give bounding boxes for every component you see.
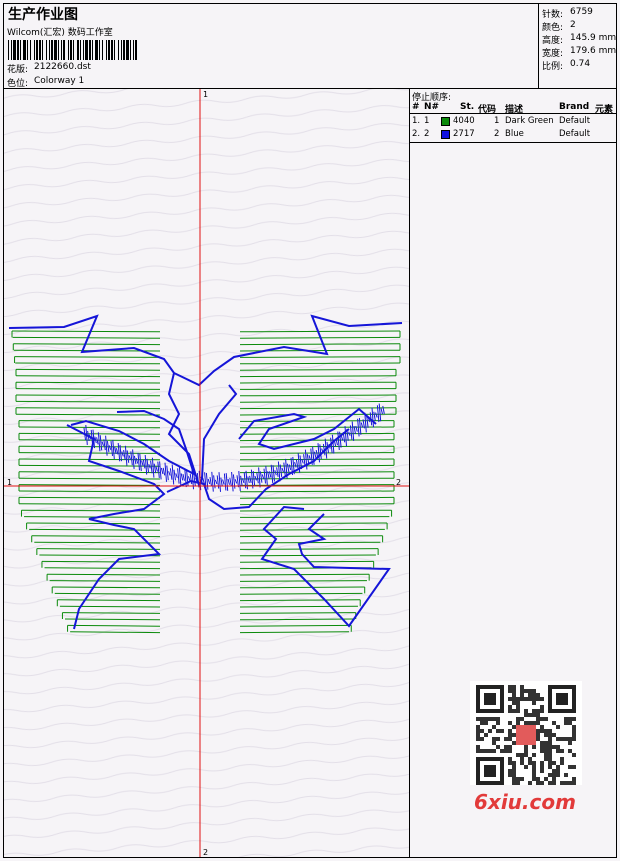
row-description: Blue <box>505 129 524 139</box>
row-needle: 2 <box>424 129 430 139</box>
embroidery-preview: 1 2 1 2 <box>4 89 409 857</box>
table-row[interactable]: 1. 1 4040 1 Dark Green Default <box>410 116 616 128</box>
row-needle: 1 <box>424 116 430 126</box>
design-canvas[interactable]: 1 2 1 2 <box>3 88 410 858</box>
stitch-count-value: 6759 <box>570 7 593 17</box>
color-swatch <box>441 117 450 126</box>
row-code: 2 <box>494 129 500 139</box>
stitch-count-label: 针数: <box>542 10 564 20</box>
header-divider <box>410 113 616 114</box>
row-brand: Default <box>559 129 591 139</box>
row-brand: Default <box>559 116 591 126</box>
row-stitches: 2717 <box>453 129 475 139</box>
row-stitches: 4040 <box>453 116 475 126</box>
col-needle: N# <box>424 102 440 112</box>
row-description: Dark Green <box>505 116 554 126</box>
header-panel: 生产作业图 Wilcom(汇宏) 数码工作室 花版: 2122660.dst 色… <box>3 3 539 89</box>
site-watermark: 6xiu.com <box>474 790 576 814</box>
color-count-value: 2 <box>570 20 576 30</box>
design-label: 花版: <box>7 65 29 75</box>
table-row[interactable]: 2. 2 2717 2 Blue Default <box>410 129 616 141</box>
color-swatch <box>441 130 450 139</box>
color-count-label: 颜色: <box>542 23 564 33</box>
scale-value: 0.74 <box>570 59 591 69</box>
table-bottom-divider <box>410 142 616 143</box>
height-value: 145.9 mm <box>570 33 617 43</box>
stats-panel: 针数: 6759 颜色: 2 高度: 145.9 mm 宽度: 179.6 mm… <box>538 3 617 89</box>
axis-left-label: 1 <box>7 478 12 487</box>
qr-logo-stamp <box>516 725 536 745</box>
axis-top-label: 1 <box>203 90 208 99</box>
row-code: 1 <box>494 116 500 126</box>
axis-right-label: 2 <box>396 478 401 487</box>
row-index: 2. <box>412 129 421 139</box>
height-label: 高度: <box>542 36 564 46</box>
axis-bottom-label: 2 <box>203 848 208 857</box>
width-value: 179.6 mm <box>570 46 617 56</box>
colorway-value: Colorway 1 <box>34 76 85 86</box>
company-name: Wilcom(汇宏) 数码工作室 <box>7 28 113 38</box>
width-label: 宽度: <box>542 49 564 59</box>
page-title: 生产作业图 <box>8 7 78 23</box>
col-brand: Brand <box>559 102 590 112</box>
col-index: # <box>412 102 420 112</box>
barcode <box>8 40 137 60</box>
col-stitches: St. <box>460 102 475 112</box>
scale-label: 比例: <box>542 62 564 72</box>
row-index: 1. <box>412 116 421 126</box>
production-worksheet: 生产作业图 Wilcom(汇宏) 数码工作室 花版: 2122660.dst 色… <box>0 0 620 861</box>
design-file: 2122660.dst <box>34 62 91 72</box>
qr-code <box>470 681 582 785</box>
